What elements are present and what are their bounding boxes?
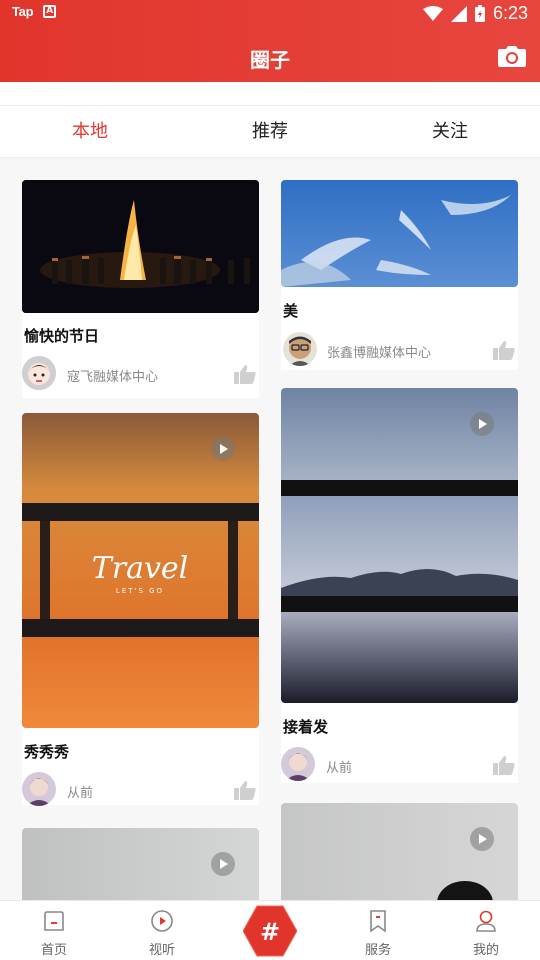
header-spacer <box>0 82 540 106</box>
nav-service[interactable]: 服务 <box>324 901 432 960</box>
avatar[interactable] <box>22 772 56 806</box>
nav-video[interactable]: 视听 <box>108 901 216 960</box>
post-card[interactable] <box>22 828 259 900</box>
play-icon[interactable] <box>211 437 235 461</box>
signal-icon <box>450 5 467 22</box>
post-card[interactable]: 美 张鑫博融媒体中心 <box>281 180 518 370</box>
home-icon <box>44 911 64 931</box>
nav-video-label: 视听 <box>148 943 175 958</box>
post-title: 接着发 <box>283 718 329 736</box>
avatar[interactable] <box>281 747 315 781</box>
post-thumbnail[interactable] <box>281 388 518 703</box>
thumbs-up-icon[interactable] <box>234 364 256 384</box>
post-card[interactable]: Travel LET'S GO 秀秀秀 从前 <box>22 413 259 806</box>
play-icon[interactable] <box>470 412 494 436</box>
tap-app-icon: Tap <box>12 4 34 19</box>
thumb-subtitle-text: LET'S GO <box>116 587 164 595</box>
post-title: 美 <box>283 302 299 320</box>
nav-service-label: 服务 <box>364 943 391 958</box>
thumb-title-text: Travel <box>92 551 189 586</box>
thumbs-up-icon[interactable] <box>234 780 256 800</box>
author-name[interactable]: 从前 <box>326 757 352 776</box>
post-card[interactable]: 愉快的节日 寇飞融媒体中心 <box>22 180 259 398</box>
avatar[interactable] <box>283 332 317 366</box>
post-thumbnail[interactable]: Travel LET'S GO <box>22 413 259 728</box>
nav-mine-label: 我的 <box>472 943 499 958</box>
post-thumbnail[interactable] <box>281 180 518 287</box>
nav-home[interactable]: 首页 <box>0 901 108 960</box>
app-screen: Tap A 6:23 圈子 本地 推荐 关注 愉快的节日 寇飞融媒体中心 美 张… <box>0 0 540 960</box>
post-thumbnail[interactable] <box>22 180 259 313</box>
thumbs-up-icon[interactable] <box>493 340 515 360</box>
tab-follow[interactable]: 关注 <box>360 106 540 157</box>
thumbs-up-icon[interactable] <box>493 755 515 775</box>
author-name[interactable]: 从前 <box>67 782 93 801</box>
status-bar: Tap A 6:23 <box>0 0 540 28</box>
post-card[interactable] <box>281 803 518 900</box>
user-icon <box>476 910 496 932</box>
a-app-icon: A <box>43 5 57 18</box>
post-feed[interactable]: 愉快的节日 寇飞融媒体中心 美 张鑫博融媒体中心 Travel LET'S GO… <box>0 158 540 900</box>
tab-local[interactable]: 本地 <box>0 106 180 157</box>
play-icon[interactable] <box>470 827 494 851</box>
post-thumbnail[interactable] <box>22 828 259 900</box>
nav-home-label: 首页 <box>40 943 67 958</box>
page-title: 圈子 <box>250 48 290 72</box>
camera-icon[interactable] <box>498 44 526 68</box>
avatar[interactable] <box>22 356 56 390</box>
category-tabs: 本地 推荐 关注 <box>0 106 540 158</box>
wifi-icon <box>422 5 443 21</box>
status-time: 6:23 <box>492 3 528 23</box>
play-circle-icon <box>151 910 173 932</box>
battery-icon <box>474 5 485 22</box>
play-icon[interactable] <box>211 852 235 876</box>
hashtag-icon[interactable]: # <box>243 904 297 958</box>
person-image <box>437 881 493 900</box>
post-title: 秀秀秀 <box>24 743 70 761</box>
top-app-bar: Tap A 6:23 圈子 <box>0 0 540 82</box>
post-title: 愉快的节日 <box>24 327 100 345</box>
sky-image <box>281 180 518 287</box>
bonfire-image <box>22 180 259 313</box>
svg-text:#: # <box>260 918 280 946</box>
post-thumbnail[interactable] <box>281 803 518 900</box>
author-name[interactable]: 张鑫博融媒体中心 <box>327 342 431 361</box>
author-name[interactable]: 寇飞融媒体中心 <box>67 366 158 385</box>
nav-mine[interactable]: 我的 <box>432 901 540 960</box>
post-card[interactable]: 接着发 从前 <box>281 388 518 783</box>
tab-recommend[interactable]: 推荐 <box>180 106 360 157</box>
bookmark-icon <box>370 910 386 933</box>
